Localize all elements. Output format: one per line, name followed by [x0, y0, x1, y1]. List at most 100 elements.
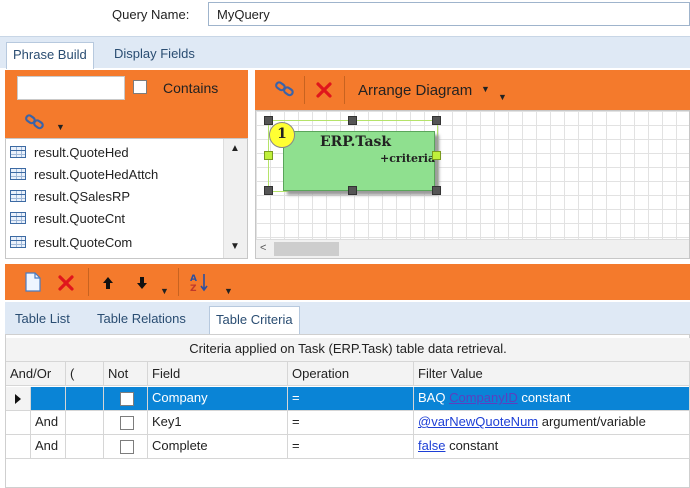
- column-header-paren[interactable]: (: [66, 362, 104, 386]
- table-icon: [10, 146, 26, 158]
- link-dropdown-icon[interactable]: ▼: [56, 122, 65, 132]
- row-indicator: [6, 387, 31, 411]
- arrow-up-icon[interactable]: [98, 272, 118, 294]
- andor-cell[interactable]: And: [31, 435, 66, 459]
- delete-icon[interactable]: [312, 78, 336, 102]
- column-header-not[interactable]: Not: [104, 362, 148, 386]
- list-item[interactable]: result.QuoteHedAttch: [10, 163, 158, 185]
- tab-table-relations[interactable]: Table Relations: [91, 306, 192, 334]
- query-name-input[interactable]: [208, 2, 690, 26]
- svg-text:Z: Z: [190, 284, 197, 293]
- tab-table-list[interactable]: Table List: [9, 306, 76, 334]
- tab-display-fields[interactable]: Display Fields: [108, 42, 201, 69]
- column-header-andor[interactable]: And/Or: [6, 362, 66, 386]
- list-item[interactable]: result.QuoteHed: [10, 141, 129, 163]
- criteria-caption: Criteria applied on Task (ERP.Task) tabl…: [6, 338, 690, 362]
- filter-value-link[interactable]: CompanyID: [449, 390, 518, 405]
- table-icon: [10, 190, 26, 202]
- column-header-operation[interactable]: Operation: [288, 362, 414, 386]
- andor-cell[interactable]: [31, 387, 66, 411]
- sort-icon[interactable]: AZ: [188, 270, 212, 294]
- node-title: ERP.Task: [320, 134, 392, 150]
- arrow-down-icon[interactable]: [132, 272, 152, 294]
- not-checkbox[interactable]: [120, 392, 134, 406]
- scroll-thumb[interactable]: [274, 242, 339, 256]
- contains-checkbox[interactable]: [133, 80, 147, 94]
- resize-handle[interactable]: [348, 186, 357, 195]
- list-item[interactable]: result.QuoteCom: [10, 231, 132, 253]
- table-row[interactable]: Company = BAQ CompanyID constant: [6, 387, 690, 411]
- top-tab-strip: Phrase Build Display Fields: [0, 36, 690, 69]
- tab-table-criteria[interactable]: Table Criteria: [209, 306, 300, 334]
- query-name-label: Query Name:: [112, 7, 190, 22]
- resize-handle[interactable]: [264, 116, 273, 125]
- filter-suffix: constant: [445, 438, 499, 453]
- criteria-tab-strip: Table List Table Relations Table Criteri…: [5, 302, 690, 334]
- row-indicator: [6, 435, 31, 459]
- node-number-badge: 1: [269, 122, 295, 148]
- row-indicator: [6, 411, 31, 435]
- paren-cell[interactable]: [66, 435, 104, 459]
- sort-dropdown-icon[interactable]: ▼: [224, 286, 233, 296]
- contains-label: Contains: [163, 80, 219, 96]
- resize-handle[interactable]: [348, 116, 357, 125]
- resize-handle[interactable]: [432, 186, 441, 195]
- table-list-scrollbar[interactable]: ▲ ▼: [223, 139, 247, 258]
- column-header-filter-value[interactable]: Filter Value: [414, 362, 690, 386]
- not-cell[interactable]: [104, 387, 148, 411]
- overflow-dropdown-icon[interactable]: ▼: [498, 92, 507, 102]
- new-document-icon[interactable]: [22, 270, 44, 294]
- svg-text:A: A: [190, 274, 197, 284]
- link-icon[interactable]: [22, 112, 48, 132]
- not-cell[interactable]: [104, 435, 148, 459]
- scroll-up-icon[interactable]: ▲: [230, 143, 240, 154]
- table-row[interactable]: And Complete = false constant: [6, 435, 690, 459]
- andor-cell[interactable]: And: [31, 411, 66, 435]
- filter-value-link[interactable]: false: [418, 438, 445, 453]
- table-search-input[interactable]: [17, 76, 125, 100]
- list-item[interactable]: result.QuoteCnt: [10, 207, 125, 229]
- filter-suffix: constant: [517, 390, 571, 405]
- toolbar-separator: [304, 76, 305, 104]
- resize-handle[interactable]: [432, 116, 441, 125]
- resize-handle[interactable]: [264, 151, 273, 160]
- table-icon: [10, 168, 26, 180]
- toolbar-separator: [88, 268, 89, 296]
- filter-value-cell[interactable]: BAQ CompanyID constant: [414, 387, 690, 411]
- resize-handle[interactable]: [432, 151, 441, 160]
- paren-cell[interactable]: [66, 411, 104, 435]
- table-list: result.QuoteHed result.QuoteHedAttch res…: [5, 138, 248, 259]
- filter-value-cell[interactable]: false constant: [414, 435, 690, 459]
- diagram-scrollbar[interactable]: <: [256, 239, 689, 258]
- column-header-field[interactable]: Field: [148, 362, 288, 386]
- field-cell[interactable]: Company: [148, 387, 288, 411]
- operation-cell[interactable]: =: [288, 387, 414, 411]
- link-icon[interactable]: [272, 78, 298, 100]
- not-checkbox[interactable]: [120, 416, 134, 430]
- resize-handle[interactable]: [264, 186, 273, 195]
- field-cell[interactable]: Complete: [148, 435, 288, 459]
- list-item[interactable]: result.QSalesRP: [10, 185, 130, 207]
- toolbar-separator: [178, 268, 179, 296]
- delete-icon[interactable]: [54, 271, 78, 295]
- filter-suffix: argument/variable: [538, 414, 646, 429]
- operation-cell[interactable]: =: [288, 435, 414, 459]
- filter-prefix: BAQ: [418, 390, 450, 405]
- move-dropdown-icon[interactable]: ▼: [160, 286, 169, 296]
- scroll-left-icon[interactable]: <: [260, 242, 266, 254]
- operation-cell[interactable]: =: [288, 411, 414, 435]
- not-cell[interactable]: [104, 411, 148, 435]
- field-cell[interactable]: Key1: [148, 411, 288, 435]
- node-subtitle: +criteria: [380, 152, 436, 165]
- tab-phrase-build[interactable]: Phrase Build: [6, 42, 94, 69]
- scroll-down-icon[interactable]: ▼: [230, 241, 240, 252]
- not-checkbox[interactable]: [120, 440, 134, 454]
- paren-cell[interactable]: [66, 387, 104, 411]
- arrange-dropdown-icon[interactable]: ▼: [481, 84, 490, 94]
- filter-value-cell[interactable]: @varNewQuoteNum argument/variable: [414, 411, 690, 435]
- arrange-diagram-button[interactable]: Arrange Diagram: [358, 82, 472, 99]
- table-icon: [10, 236, 26, 248]
- filter-value-link[interactable]: @varNewQuoteNum: [418, 414, 538, 429]
- table-row[interactable]: And Key1 = @varNewQuoteNum argument/vari…: [6, 411, 690, 435]
- toolbar-separator: [344, 76, 345, 104]
